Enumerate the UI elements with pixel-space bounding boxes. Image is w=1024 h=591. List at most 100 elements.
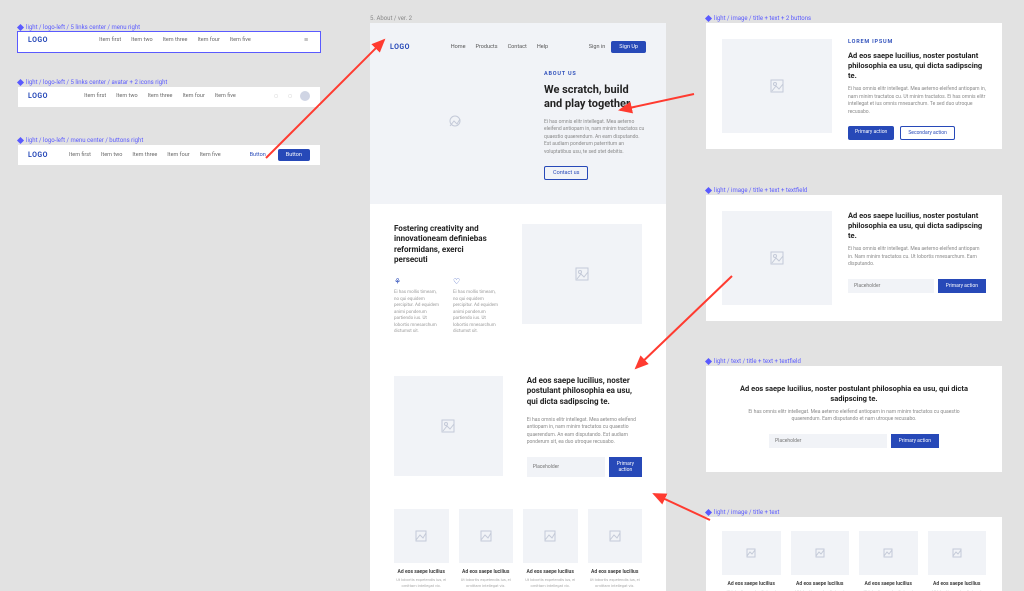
nav-link[interactable]: Home [451,44,466,50]
nav-item[interactable]: Item first [99,37,121,43]
submit-button[interactable]: Primary action [609,457,642,477]
nav-item[interactable]: Item two [101,152,122,158]
artboard-nav1[interactable]: LOGO Item first Item two Item three Item… [18,32,320,52]
card-title: Ad eos saepe lucilius [791,581,850,587]
artboard-about-page[interactable]: LOGO Home Products Contact Help Sign in … [370,23,666,591]
hero-body: Ei has omnis elitr intellegat. Mea aeter… [544,119,646,157]
image-placeholder [722,211,832,305]
nav-item[interactable]: Item three [148,93,173,99]
contact-button[interactable]: Contact us [544,166,588,180]
grid-card[interactable]: Ad eos saepe lucilius Ut lobortis expete… [722,531,781,591]
grid-card[interactable]: Ad eos saepe lucilius Ut lobortis expete… [859,531,918,591]
logo[interactable]: LOGO [390,43,410,51]
nav-item[interactable]: Item five [200,152,221,158]
artboard-label-center: 5. About / ver. 2 [370,15,412,22]
title: Ad eos saepe lucilius, noster postulant … [736,384,972,404]
nav-item[interactable]: Item four [167,152,189,158]
mail-icon[interactable]: ◌ [286,92,294,100]
heart-icon: ♡ [453,276,498,288]
card-title: Ad eos saepe lucilius [928,581,987,587]
artboard-nav2[interactable]: LOGO Item first Item two Item three Item… [18,87,320,107]
grid-section: Ad eos saepe lucilius Ut lobortis expete… [370,497,666,591]
people-icon: ⚘ [394,276,439,288]
ghost-button[interactable]: Button [242,149,274,161]
feature-text: Ei has mollis timeam, no qui equidem per… [394,290,439,334]
title: Ad eos saepe lucilius, noster postulant … [848,211,986,240]
nav-item[interactable]: Item four [182,93,204,99]
card-desc: Ut lobortis expetendis ius, ei omittam i… [523,577,578,588]
card-title: Ad eos saepe lucilius [523,569,578,575]
section-body: Ei has omnis elitr intellegat. Mea aeter… [527,417,642,447]
title: Ad eos saepe lucilius, noster postulant … [848,51,986,80]
image-placeholder [522,224,642,324]
nav-item[interactable]: Item first [69,152,91,158]
submit-button[interactable]: Primary action [938,279,986,293]
text-input[interactable] [769,434,887,448]
nav-item[interactable]: Item five [230,37,251,43]
card-image [394,509,449,563]
logo[interactable]: LOGO [28,36,48,44]
section-title: Ad eos saepe lucilius, noster postulant … [527,376,642,407]
logo[interactable]: LOGO [28,92,48,100]
grid-card[interactable]: Ad eos saepe lucilius Ut lobortis expete… [791,531,850,591]
primary-button[interactable]: Primary action [848,126,894,140]
signup-button[interactable]: Sign Up [611,41,646,53]
nav-item[interactable]: Item two [131,37,152,43]
nav-item[interactable]: Item first [84,93,106,99]
artboard-image-title-grid[interactable]: Ad eos saepe lucilius Ut lobortis expete… [706,517,1002,591]
image-placeholder [722,39,832,133]
card-image [588,509,643,563]
nav-links: Item first Item two Item three Item four… [69,152,221,158]
card-title: Ad eos saepe lucilius [859,581,918,587]
section-title: Fostering creativity and innovationeam d… [394,224,498,266]
artboard-nav3[interactable]: LOGO Item first Item two Item three Item… [18,145,320,165]
card-image [722,531,781,575]
card-desc: Ut lobortis expetendis ius, ei omittam i… [588,577,643,588]
body: Ei has omnis elitr intellegat. Mea aeter… [744,409,964,424]
artboard-image-title-buttons[interactable]: LOREM IPSUM Ad eos saepe lucilius, noste… [706,23,1002,149]
submit-button[interactable]: Primary action [891,434,939,448]
hero-section: LOGO Home Products Contact Help Sign in … [370,23,666,204]
menu-icon[interactable]: ≡ [302,36,310,44]
grid-card[interactable]: Ad eos saepe lucilius Ut lobortis expete… [459,509,514,588]
card-title: Ad eos saepe lucilius [459,569,514,575]
image-placeholder [394,376,503,476]
avatar[interactable] [300,91,310,101]
bell-icon[interactable]: ◌ [272,92,280,100]
nav-item[interactable]: Item three [132,152,157,158]
email-input[interactable] [527,457,605,477]
nav-link[interactable]: Products [476,44,498,50]
hero-image-placeholder [390,71,520,171]
grid-card[interactable]: Ad eos saepe lucilius Ut lobortis expete… [394,509,449,588]
grid-card[interactable]: Ad eos saepe lucilius Ut lobortis expete… [523,509,578,588]
card-title: Ad eos saepe lucilius [588,569,643,575]
card-image [459,509,514,563]
primary-button[interactable]: Button [278,149,310,161]
design-canvas[interactable]: light / logo-left / 5 links center / men… [0,0,1024,591]
nav-links: Item first Item two Item three Item four… [99,37,251,43]
artboard-label-r3: light / text / title + text + textfield [706,358,801,365]
text-input[interactable] [848,279,934,293]
artboard-image-title-textfield[interactable]: Ad eos saepe lucilius, noster postulant … [706,195,1002,321]
nav-link[interactable]: Help [537,44,548,50]
card-desc: Ut lobortis expetendis ius, ei omittam i… [459,577,514,588]
artboard-text-title-textfield[interactable]: Ad eos saepe lucilius, noster postulant … [706,366,1002,472]
eyebrow: LOREM IPSUM [848,39,986,45]
grid-card[interactable]: Ad eos saepe lucilius Ut lobortis expete… [588,509,643,588]
logo[interactable]: LOGO [28,151,48,159]
nav-item[interactable]: Item three [163,37,188,43]
secondary-button[interactable]: Secondary action [900,126,955,140]
section-features: Fostering creativity and innovationeam d… [370,204,666,356]
card-image [859,531,918,575]
nav-link[interactable]: Contact [508,44,527,50]
hero-title: We scratch, build and play together [544,83,646,111]
nav-item[interactable]: Item four [197,37,219,43]
section-textfield: Ad eos saepe lucilius, noster postulant … [370,356,666,497]
artboard-label-r2: light / image / title + text + textfield [706,187,807,194]
signin-link[interactable]: Sign in [589,44,605,50]
grid-card[interactable]: Ad eos saepe lucilius Ut lobortis expete… [928,531,987,591]
nav-item[interactable]: Item two [116,93,137,99]
card-image [523,509,578,563]
artboard-label-nav3: light / logo-left / menu center / button… [18,137,143,144]
nav-item[interactable]: Item five [215,93,236,99]
